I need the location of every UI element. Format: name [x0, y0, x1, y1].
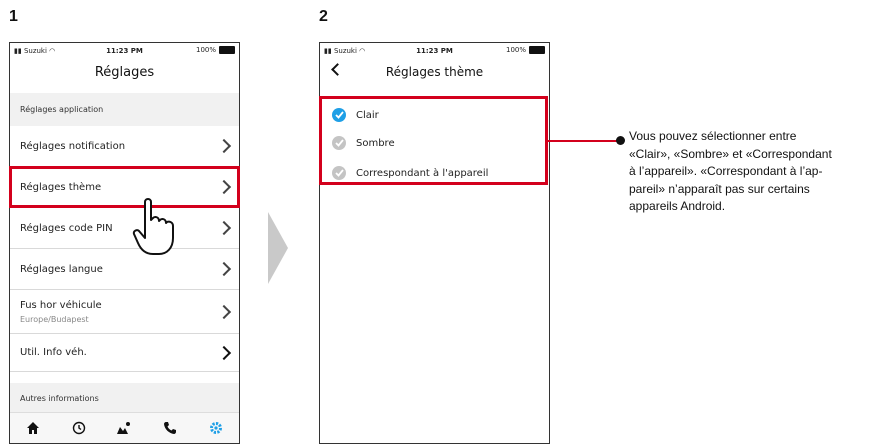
phone-screen-settings: ▮▮ Suzuki ◠ 11:23 PM 100% Réglages Régla… [9, 42, 240, 444]
chevron-right-icon [216, 138, 232, 154]
battery-icon [529, 46, 545, 54]
callout-connector [548, 140, 620, 142]
map-icon[interactable] [112, 416, 136, 440]
row-label: Réglages code PIN [20, 222, 113, 234]
step-number-1: 1 [9, 8, 18, 25]
tap-hand-icon [132, 198, 174, 255]
chevron-right-icon [216, 304, 232, 319]
row-pin-settings[interactable]: Réglages code PIN [10, 208, 239, 249]
step-number-2: 2 [319, 8, 328, 25]
section-header-other: Autres informations [10, 383, 239, 413]
callout-line-3: à l’appareil». «Correspondant à l’ap- [629, 164, 823, 178]
highlight-theme-row [9, 166, 240, 208]
callout-line-2: «Clair», «Sombre» et «Correspondant [629, 146, 832, 161]
row-label: Réglages notification [20, 140, 126, 152]
row-label: Réglages langue [20, 263, 103, 275]
callout-line-1: Vous pouvez sélectionner entre [629, 129, 797, 143]
page-title: Réglages [94, 65, 155, 80]
chevron-right-icon [216, 345, 232, 360]
row-label-group: Fus hor véhicule Europe/Budapest [20, 300, 102, 324]
bottom-tab-bar [10, 412, 239, 443]
row-label: Fus hor véhicule [20, 299, 102, 311]
row-sublabel: Europe/Budapest [20, 314, 89, 324]
row-label: Util. Info véh. [20, 347, 87, 358]
chevron-right-icon [216, 220, 232, 236]
settings-icon[interactable] [204, 416, 228, 440]
row-vehicle-timezone[interactable]: Fus hor véhicule Europe/Budapest [10, 290, 239, 334]
next-step-arrow [268, 212, 288, 284]
battery: 100% [196, 46, 235, 54]
highlight-theme-options [319, 96, 548, 185]
phone-icon[interactable] [158, 416, 182, 440]
row-notification-settings[interactable]: Réglages notification [10, 126, 239, 167]
callout-bullet [616, 136, 625, 145]
home-icon[interactable] [21, 416, 45, 440]
chevron-right-icon [216, 261, 232, 277]
battery-icon [219, 46, 235, 54]
status-bar: ▮▮ Suzuki ◠ 11:23 PM 100% [320, 43, 549, 59]
battery: 100% [506, 46, 545, 54]
callout-text: Vous pouvez sélectionner entre «Clair», … [629, 128, 889, 216]
section-header-app: Réglages application [10, 93, 239, 126]
history-icon[interactable] [67, 416, 91, 440]
page-title: Réglages thème [385, 65, 484, 79]
row-vehicle-info[interactable]: Util. Info véh. [10, 334, 239, 372]
status-bar: ▮▮ Suzuki ◠ 11:23 PM 100% [10, 43, 239, 59]
row-language-settings[interactable]: Réglages langue [10, 249, 239, 290]
callout-line-5: appareils Android. [629, 199, 726, 213]
callout-line-4: pareil» n’apparaît pas sur certains [629, 181, 810, 196]
